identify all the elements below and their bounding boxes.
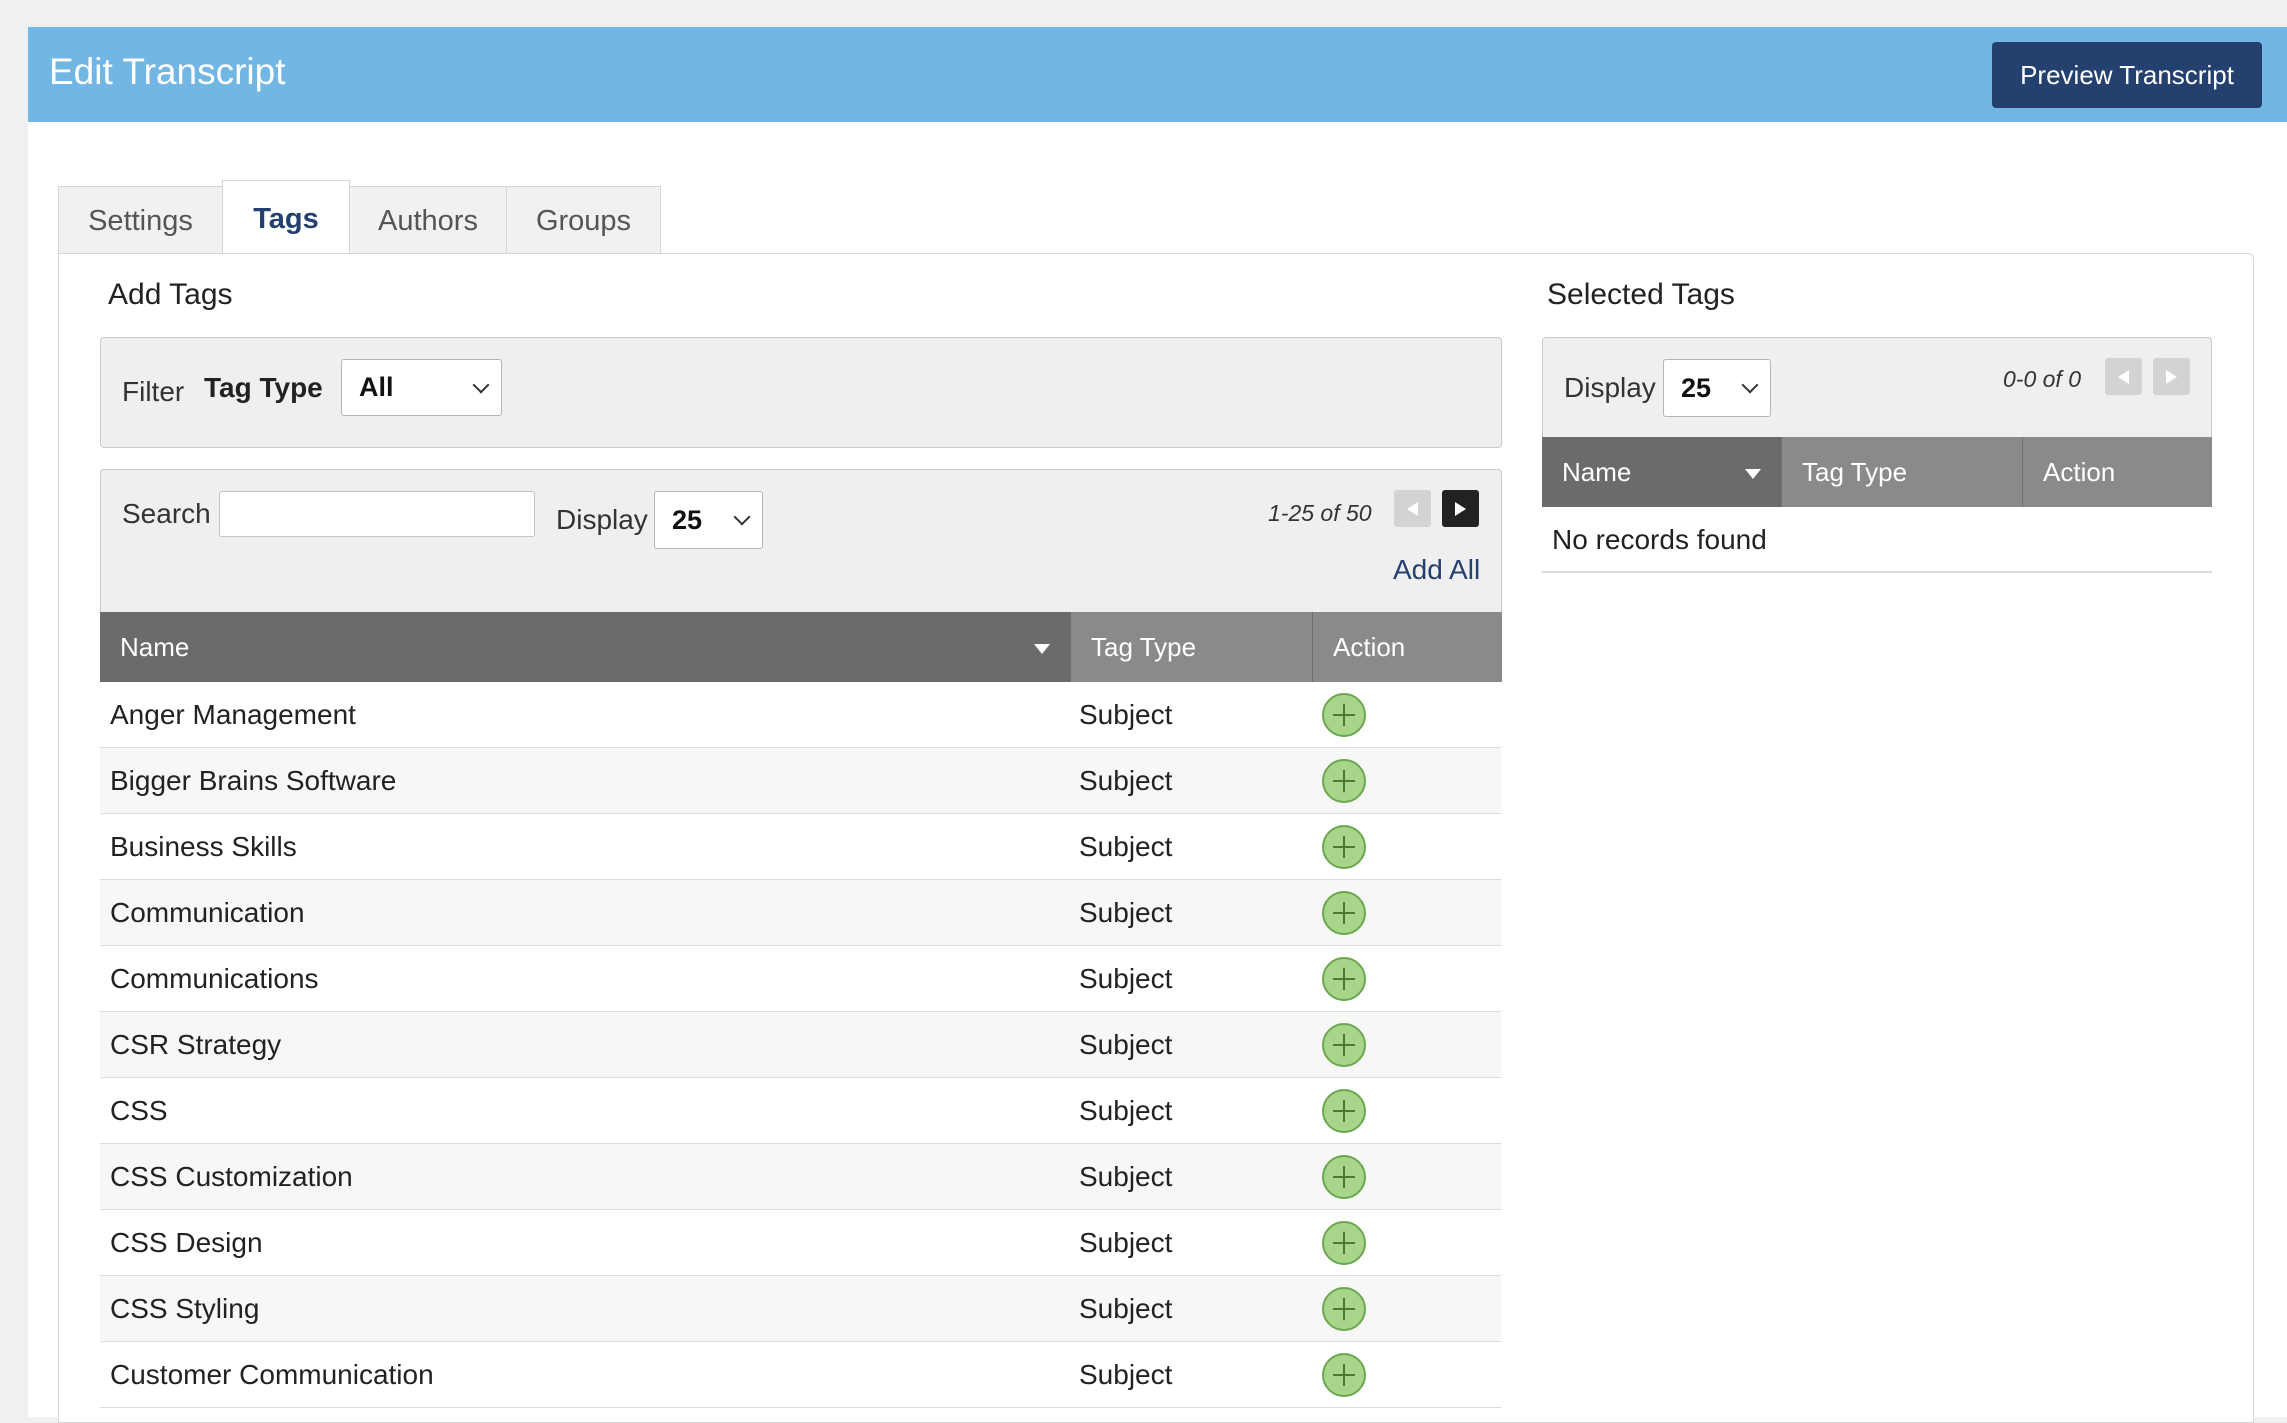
pager-text: 1-25 of 50	[1268, 500, 1372, 526]
tag-type: Subject	[1079, 963, 1173, 994]
chevron-down-icon	[472, 376, 490, 393]
next-page-button[interactable]	[1442, 490, 1479, 527]
table-row: Communication Subject	[100, 880, 1501, 946]
tag-type: Subject	[1079, 1161, 1173, 1192]
tag-name: CSS	[110, 1095, 168, 1126]
selected-pager-text: 0-0 of 0	[2003, 366, 2081, 392]
chevron-down-icon	[1741, 376, 1759, 394]
add-tag-button[interactable]	[1322, 825, 1366, 869]
panel-header: Edit Transcript Preview Transcript	[28, 27, 2287, 122]
tag-name: Communication	[110, 897, 305, 928]
tag-name: CSS Design	[110, 1227, 263, 1258]
prev-page-button[interactable]	[1394, 490, 1431, 527]
add-tag-button[interactable]	[1322, 1155, 1366, 1199]
add-tag-button[interactable]	[1322, 1089, 1366, 1133]
tag-type: Subject	[1079, 1029, 1173, 1060]
search-input[interactable]	[219, 491, 535, 537]
add-tags-table-header: Name Tag Type Action	[100, 612, 1502, 682]
tab-groups[interactable]: Groups	[506, 186, 661, 255]
page-title: Edit Transcript	[49, 51, 286, 92]
tag-type: Subject	[1079, 831, 1173, 862]
selected-display-value: 25	[1681, 372, 1712, 403]
chevron-down-icon	[733, 508, 751, 526]
tag-type: Subject	[1079, 1095, 1173, 1126]
table-row: CSS Customization Subject	[100, 1144, 1501, 1210]
add-tag-button[interactable]	[1322, 1023, 1366, 1067]
tag-type: Subject	[1079, 765, 1173, 796]
prev-page-icon	[1407, 501, 1418, 516]
filter-label: Filter	[122, 376, 185, 407]
add-tag-button[interactable]	[1322, 693, 1366, 737]
add-tag-button[interactable]	[1322, 1287, 1366, 1331]
table-row: CSS Design Subject	[100, 1210, 1501, 1276]
add-tag-button[interactable]	[1322, 1353, 1366, 1397]
tag-type: Subject	[1079, 1227, 1173, 1258]
search-toolbar: Search Display 25 1-25 of 50 Add All	[100, 469, 1502, 612]
display-select[interactable]: 25	[654, 491, 763, 549]
table-row: CSR Strategy Subject	[100, 1012, 1501, 1078]
tag-name: CSS Styling	[110, 1293, 260, 1324]
add-tag-button[interactable]	[1322, 891, 1366, 935]
selected-toolbar: Display 25 0-0 of 0	[1542, 337, 2212, 437]
table-row: Anger Management Subject	[100, 682, 1501, 748]
selected-table-header: Name Tag Type Action	[1542, 437, 2212, 507]
tag-name: Anger Management	[110, 699, 356, 730]
search-label: Search	[122, 498, 211, 529]
tag-name: Communications	[110, 963, 319, 994]
table-row: CSS Subject	[100, 1078, 1501, 1144]
tag-type: Subject	[1079, 897, 1173, 928]
table-row: Business Skills Subject	[100, 814, 1501, 880]
selected-display-label: Display	[1564, 372, 1656, 403]
tag-type-label: Tag Type	[204, 372, 323, 403]
column-action: Action	[1312, 612, 1502, 682]
no-records-message: No records found	[1552, 524, 1767, 555]
table-row: Communications Subject	[100, 946, 1501, 1012]
add-tag-button[interactable]	[1322, 957, 1366, 1001]
add-tags-title: Add Tags	[108, 278, 233, 311]
tab-authors[interactable]: Authors	[349, 186, 507, 255]
prev-page-icon	[2118, 369, 2129, 384]
column-name[interactable]: Name	[100, 612, 1070, 682]
filter-box: Filter Tag Type All	[100, 337, 1502, 448]
add-all-link[interactable]: Add All	[1393, 554, 1480, 586]
display-value: 25	[672, 504, 703, 535]
selected-table-divider	[1542, 571, 2212, 573]
column-name-label: Name	[120, 631, 190, 662]
tag-name: Customer Communication	[110, 1359, 434, 1390]
selected-column-action: Action	[2022, 437, 2212, 507]
tab-tags[interactable]: Tags	[222, 180, 350, 257]
tag-type-value: All	[359, 372, 394, 402]
selected-next-page-button[interactable]	[2153, 358, 2190, 395]
tab-settings[interactable]: Settings	[58, 186, 223, 255]
preview-transcript-button[interactable]: Preview Transcript	[1992, 42, 2262, 108]
selected-prev-page-button[interactable]	[2105, 358, 2142, 395]
tag-type-select[interactable]: All	[341, 359, 502, 416]
next-page-icon	[1455, 501, 1466, 516]
selected-column-name-label: Name	[1562, 456, 1632, 487]
column-tag-type[interactable]: Tag Type	[1070, 612, 1312, 682]
tag-type: Subject	[1079, 699, 1173, 730]
selected-column-name[interactable]: Name	[1542, 437, 1781, 507]
selected-column-tag-type[interactable]: Tag Type	[1781, 437, 2022, 507]
tag-name: CSR Strategy	[110, 1029, 282, 1060]
tag-name: Business Skills	[110, 831, 297, 862]
tag-type: Subject	[1079, 1359, 1173, 1390]
table-row: Bigger Brains Software Subject	[100, 748, 1501, 814]
selected-tags-title: Selected Tags	[1547, 278, 1735, 311]
table-row: CSS Styling Subject	[100, 1276, 1501, 1342]
display-label: Display	[556, 504, 648, 535]
next-page-icon	[2166, 369, 2177, 384]
selected-display-select[interactable]: 25	[1663, 359, 1771, 417]
sort-down-icon	[1034, 644, 1050, 654]
tag-type: Subject	[1079, 1293, 1173, 1324]
tag-name: CSS Customization	[110, 1161, 353, 1192]
sort-down-icon	[1745, 469, 1761, 479]
add-tag-button[interactable]	[1322, 759, 1366, 803]
table-row: Customer Communication Subject	[100, 1342, 1501, 1408]
tag-name: Bigger Brains Software	[110, 765, 397, 796]
add-tag-button[interactable]	[1322, 1221, 1366, 1265]
